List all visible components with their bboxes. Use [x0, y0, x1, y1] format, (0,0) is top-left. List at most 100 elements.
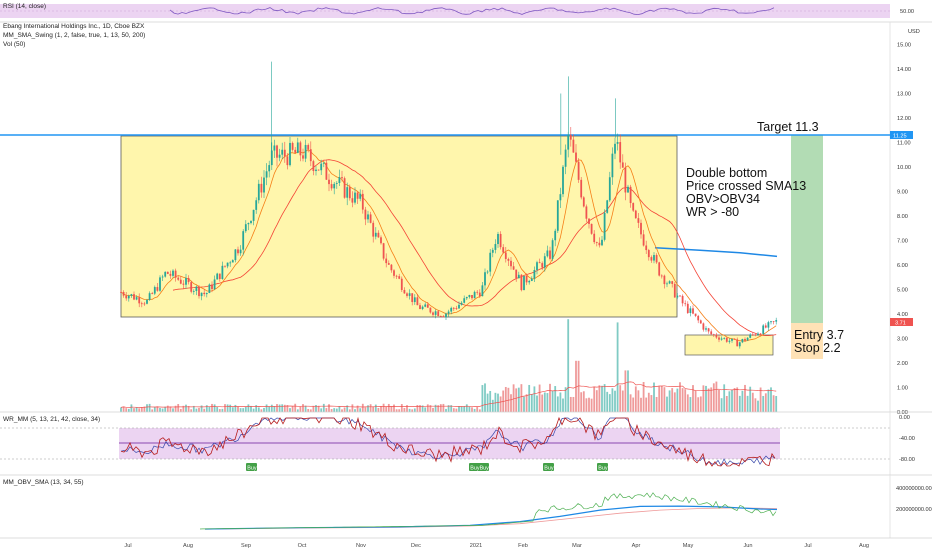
target-price-badge-text: 11.25: [893, 133, 907, 139]
candle-body: [377, 232, 380, 238]
time-axis-label: Mar: [572, 543, 582, 549]
volume-bar: [515, 388, 518, 412]
volume-bar: [325, 408, 328, 412]
volume-bar: [632, 397, 635, 412]
volume-bar: [231, 407, 234, 412]
candle-body: [624, 167, 627, 193]
candle-body: [364, 209, 367, 220]
volume-bar: [541, 394, 544, 412]
volume-bar: [424, 407, 427, 412]
candle-body: [627, 186, 629, 193]
candle-body: [281, 149, 284, 155]
candle-body: [621, 162, 624, 168]
rsi-level-label: 50.00: [900, 9, 914, 15]
volume-bar: [302, 404, 304, 412]
candle-body: [445, 313, 447, 318]
candle-body: [151, 293, 154, 295]
volume-bar: [172, 408, 174, 412]
volume-bar: [634, 386, 637, 412]
volume-bar: [442, 403, 445, 412]
candle-body: [133, 294, 135, 300]
volume-bar: [198, 407, 200, 412]
candle-body: [400, 278, 403, 290]
candle-body: [660, 275, 663, 277]
candle-body: [481, 285, 484, 297]
candle-body: [419, 305, 421, 310]
candle-body: [216, 273, 219, 280]
volume-bar: [647, 392, 650, 412]
volume-bar: [159, 408, 161, 412]
volume-bar: [585, 398, 588, 412]
price-tick-label: 12.00: [897, 116, 911, 122]
volume-bar: [736, 387, 739, 412]
volume-bar: [229, 404, 232, 412]
volume-bar: [250, 405, 252, 412]
volume-bar: [751, 392, 754, 412]
price-tick-label: 11.00: [897, 141, 911, 147]
candle-body: [387, 263, 390, 265]
candle-body: [294, 149, 297, 153]
candle-body: [374, 232, 377, 237]
candle-body: [244, 224, 247, 232]
volume-bar: [588, 397, 590, 412]
price-tick-label: 2.00: [897, 361, 908, 367]
candle-body: [289, 142, 291, 166]
volume-bar: [741, 390, 744, 412]
candle-body: [686, 303, 689, 313]
volume-bar: [762, 395, 765, 412]
volume-bar: [528, 384, 531, 412]
candle-body: [429, 307, 432, 313]
volume-bar: [374, 404, 377, 412]
volume-bar: [559, 392, 562, 412]
candle-body: [143, 303, 146, 305]
candle-body: [559, 194, 562, 201]
volume-bar: [221, 408, 224, 412]
candle-body: [468, 294, 471, 298]
volume-bar: [598, 385, 601, 412]
candle-body: [502, 247, 505, 253]
candle-body: [764, 325, 767, 328]
volume-bar: [564, 387, 567, 412]
volume-bar: [224, 404, 226, 412]
price-tick-label: 15.00: [897, 43, 911, 49]
candle-body: [439, 315, 442, 317]
volume-bar: [642, 381, 645, 412]
volume-bar: [343, 407, 346, 412]
candle-body: [551, 240, 554, 259]
volume-bar: [546, 393, 549, 412]
price-tick-label: 9.00: [897, 190, 908, 196]
candle-body: [658, 262, 661, 276]
time-axis-label: Nov: [356, 543, 366, 549]
volume-bar: [351, 404, 354, 412]
volume-bar: [712, 383, 715, 412]
time-axis-label: Jun: [743, 543, 752, 549]
volume-bar: [694, 391, 697, 412]
volume-bar: [354, 409, 356, 412]
volume-bar: [140, 407, 143, 412]
volume-bar: [533, 386, 536, 412]
candle-body: [471, 294, 473, 299]
price-axis: 15.00 14.00 13.00 12.00 11.00 10.00 9.00 8.00 7.…: [897, 43, 911, 417]
candle-body: [585, 206, 588, 219]
candle-body: [645, 245, 648, 251]
volume-bar: [216, 406, 219, 412]
candle-body: [504, 252, 507, 259]
volume-bar: [679, 382, 681, 412]
volume-bar: [728, 391, 731, 412]
candle-body: [759, 333, 762, 335]
candle-body: [754, 334, 757, 336]
candle-body: [320, 163, 323, 171]
volume-bar: [278, 404, 281, 412]
candle-body: [148, 293, 151, 300]
candle-body: [751, 334, 754, 336]
rsi-label: RSI (14, close): [3, 3, 46, 10]
candle-body: [463, 298, 466, 303]
candle-body: [185, 278, 187, 285]
rsi-panel: RSI (14, close) 50.00: [0, 0, 932, 23]
volume-bar: [281, 404, 284, 412]
volume-bar: [268, 406, 271, 412]
volume-bar: [746, 395, 749, 412]
candle-body: [642, 234, 645, 246]
candle-body: [247, 223, 250, 225]
candle-body: [515, 269, 518, 279]
